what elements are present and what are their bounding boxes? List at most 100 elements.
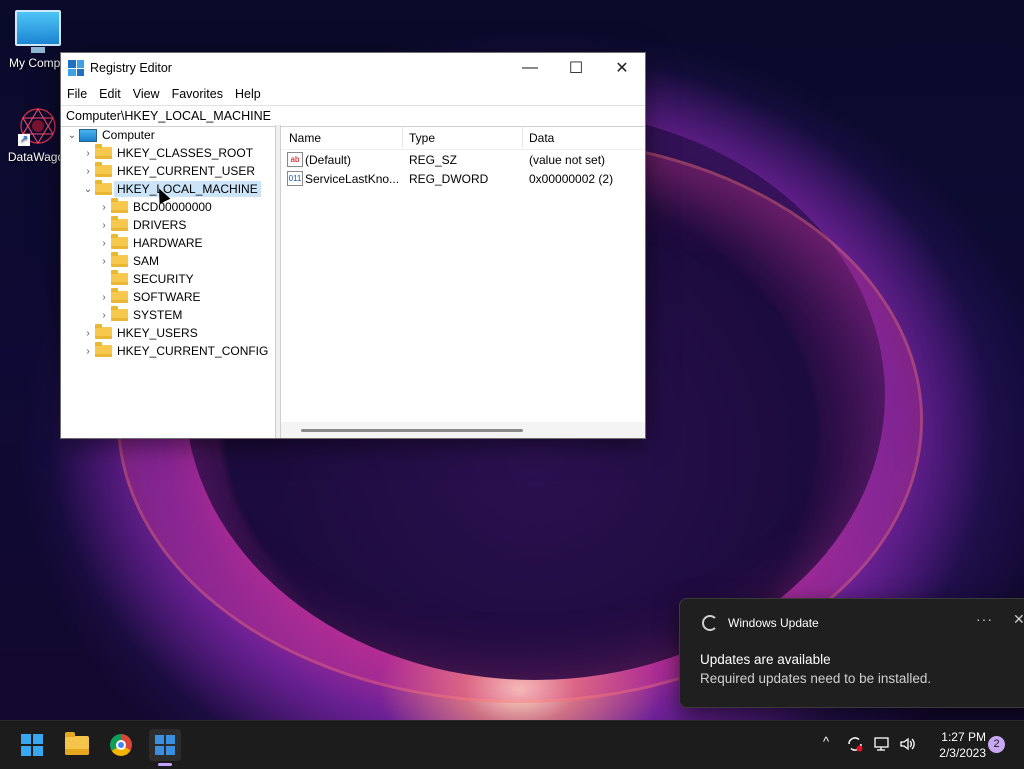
chevron-right-icon[interactable]: › [81,166,95,177]
monitor-icon [15,10,61,53]
active-app-indicator [158,763,172,766]
menu-help[interactable]: Help [229,87,267,101]
chrome-icon [110,734,132,756]
tree-node-security[interactable]: SECURITY [97,270,194,288]
notification-app-name: Windows Update [728,616,819,630]
address-bar[interactable]: Computer\HKEY_LOCAL_MACHINE [61,105,645,127]
chevron-right-icon[interactable]: › [97,310,111,321]
tree-node-hkey-current-user[interactable]: › HKEY_CURRENT_USER [81,162,255,180]
column-header-type[interactable]: Type [409,131,435,145]
value-type: REG_DWORD [409,172,489,186]
folder-icon [95,324,112,339]
tree-node-label: BCD00000000 [133,200,212,214]
minimize-button[interactable]: — [507,53,553,83]
tree-node-hardware[interactable]: › HARDWARE [97,234,203,252]
notification-count-badge[interactable]: 2 [988,736,1005,753]
network-icon[interactable] [873,735,891,756]
chevron-right-icon[interactable]: › [81,148,95,159]
menu-file[interactable]: File [61,87,93,101]
tree-node-label: HKEY_CLASSES_ROOT [117,146,254,160]
clock-date: 2/3/2023 [939,746,986,760]
folder-icon [111,234,128,249]
close-button[interactable]: ✕ [599,53,645,83]
value-data: (value not set) [529,153,606,167]
taskbar-file-explorer[interactable] [61,729,93,761]
folder-icon [95,162,112,177]
menu-favorites[interactable]: Favorites [166,87,229,101]
list-header: Name Type Data [281,125,645,150]
registry-editor-icon [68,60,84,76]
folder-icon [95,342,112,357]
value-name: (Default) [305,153,352,167]
string-value-icon: ab [287,152,303,167]
chevron-right-icon[interactable]: › [97,238,111,249]
registry-editor-window[interactable]: Registry Editor — ☐ ✕ File Edit View Fav… [60,52,646,439]
column-header-name[interactable]: Name [289,131,321,145]
tree-node-sam[interactable]: › SAM [97,252,159,270]
tree-node-system[interactable]: › SYSTEM [97,306,182,324]
folder-icon [111,198,128,213]
folder-icon [111,306,128,321]
clock[interactable]: 1:27 PM 2/3/2023 [930,729,986,761]
tree-node-label: SOFTWARE [133,290,201,304]
windows-update-notification[interactable]: Windows Update ··· ✕ Updates are availab… [679,598,1024,708]
clock-time: 1:27 PM [941,730,986,744]
value-data: 0x00000002 (2) [529,172,614,186]
menu-view[interactable]: View [127,87,166,101]
start-button[interactable] [16,729,48,761]
tree-node-label: HKEY_CURRENT_USER [117,164,256,178]
tree-node-label: HKEY_CURRENT_CONFIG [117,344,269,358]
shortcut-arrow-icon: ↗ [18,134,30,146]
taskbar: ^ 1:27 PM 2/3/2023 [0,720,1024,769]
value-name: ServiceLastKno... [305,172,400,186]
tree-node-computer[interactable]: ⌄ Computer [65,126,155,144]
horizontal-scrollbar[interactable] [281,422,645,438]
chevron-right-icon[interactable]: › [97,202,111,213]
tree-node-hkey-current-config[interactable]: › HKEY_CURRENT_CONFIG [81,342,268,360]
windows-logo-icon [21,734,43,756]
datawagon-icon: ↗ [18,106,58,146]
menu-bar: File Edit View Favorites Help [61,83,645,105]
menu-edit[interactable]: Edit [93,87,127,101]
folder-icon [111,288,128,303]
windows-update-tray-icon[interactable] [846,735,864,756]
tree-node-bcd[interactable]: › BCD00000000 [97,198,212,216]
tree-node-label: SYSTEM [133,308,183,322]
values-list[interactable]: Name Type Data ab (Default) REG_SZ (valu… [281,125,645,438]
chevron-down-icon[interactable]: ⌄ [81,184,95,195]
scrollbar-thumb[interactable] [301,429,523,432]
chevron-right-icon[interactable]: › [81,328,95,339]
chevron-right-icon[interactable]: › [97,220,111,231]
volume-icon[interactable] [899,735,917,756]
registry-tree[interactable]: ⌄ Computer › HKEY_CLASSES_ROOT › HKEY_CU… [61,125,276,438]
tree-node-drivers[interactable]: › DRIVERS [97,216,186,234]
tree-node-software[interactable]: › SOFTWARE [97,288,201,306]
taskbar-chrome[interactable] [105,729,137,761]
tree-node-label: SAM [133,254,160,268]
chevron-right-icon[interactable]: › [97,292,111,303]
tree-node-label: HARDWARE [133,236,203,250]
chevron-right-icon[interactable]: › [97,256,111,267]
folder-icon [95,144,112,159]
taskbar-registry-editor[interactable] [149,729,181,761]
more-options-button[interactable]: ··· [976,611,993,627]
registry-editor-icon [155,735,175,755]
notification-body: Required updates need to be installed. [700,671,932,686]
chevron-right-icon[interactable]: › [81,346,95,357]
chevron-down-icon[interactable]: ⌄ [65,130,79,141]
show-hidden-icons-chevron-up-icon[interactable]: ^ [823,734,829,749]
dword-value-icon: 011 [287,171,303,186]
tree-node-hkey-local-machine[interactable]: ⌄ HKEY_LOCAL_MACHINE [81,180,261,198]
tree-node-hkey-classes-root[interactable]: › HKEY_CLASSES_ROOT [81,144,253,162]
maximize-button[interactable]: ☐ [553,53,599,83]
list-item[interactable]: 011 ServiceLastKno... REG_DWORD 0x000000… [281,170,645,189]
tree-node-hkey-users[interactable]: › HKEY_USERS [81,324,198,342]
tree-node-label: SECURITY [133,272,194,286]
list-item[interactable]: ab (Default) REG_SZ (value not set) [281,151,645,170]
notification-close-button[interactable]: ✕ [1013,611,1024,628]
tree-node-label: Computer [102,128,155,142]
column-header-data[interactable]: Data [529,131,554,145]
title-bar[interactable]: Registry Editor — ☐ ✕ [61,53,645,83]
tree-node-label: HKEY_USERS [117,326,198,340]
folder-icon [111,216,128,231]
